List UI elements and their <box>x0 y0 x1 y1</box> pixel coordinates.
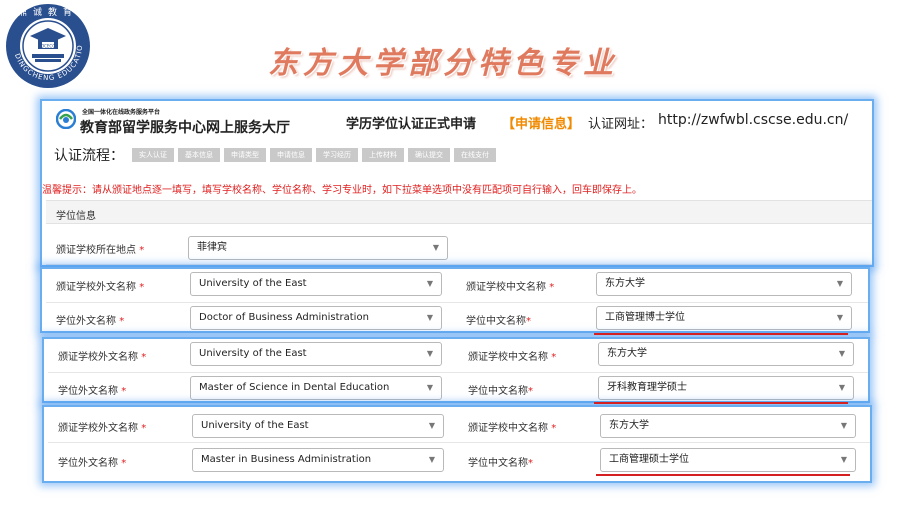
logo-badge-text: DCECC <box>41 44 55 49</box>
degree-foreign-select[interactable]: Master of Science in Dental Education ▼ <box>190 376 442 400</box>
warm-tip: 温馨提示：请从颁证地点逐一填写，填写学校名称、学位名称、学习专业时，如下拉菜单选… <box>42 185 642 196</box>
degree-foreign-value: Master of Science in Dental Education <box>199 382 390 393</box>
school-foreign-value: University of the East <box>201 420 309 431</box>
step-basic-info[interactable]: 基本信息 <box>178 148 220 162</box>
degree-chinese-value: 工商管理博士学位 <box>605 312 685 323</box>
portal-main-title: 教育部留学服务中心网上服务大厅 <box>80 120 290 136</box>
school-foreign-label: 颁证学校外文名称 * <box>58 423 147 434</box>
degree-foreign-value: Doctor of Business Administration <box>199 312 369 323</box>
degree-chinese-select[interactable]: 工商管理博士学位 ▼ <box>596 306 852 330</box>
location-value: 菲律宾 <box>197 242 227 253</box>
degree-foreign-label: 学位外文名称 * <box>58 386 127 397</box>
step-upload-materials[interactable]: 上传材料 <box>362 148 404 162</box>
school-row-3: 颁证学校外文名称 * University of the East ▼ 颁证学校… <box>48 409 870 443</box>
highlight-underline <box>594 402 848 404</box>
location-label: 颁证学校所在地点 * <box>56 245 145 256</box>
degree-chinese-value: 工商管理硕士学位 <box>609 454 689 465</box>
step-application-type[interactable]: 申请类型 <box>224 148 266 162</box>
gov-platform-icon <box>56 109 76 129</box>
chevron-down-icon: ▼ <box>426 383 433 392</box>
school-chinese-label: 颁证学校中文名称 * <box>468 352 557 363</box>
portal-small-title: 全国一体化在线政务服务平台 <box>82 109 161 116</box>
degree-chinese-label: 学位中文名称* <box>466 316 531 327</box>
flow-steps: 实人认证 基本信息 申请类型 申请信息 学习经历 上传材料 确认提交 在线支付 <box>132 148 496 162</box>
degree-chinese-select[interactable]: 牙科教育理学硕士 ▼ <box>598 376 854 400</box>
entry-panel-3: 颁证学校外文名称 * University of the East ▼ 颁证学校… <box>42 405 872 483</box>
chevron-down-icon: ▼ <box>838 349 845 358</box>
chevron-down-icon: ▼ <box>428 421 435 430</box>
chevron-down-icon: ▼ <box>426 349 433 358</box>
step-real-person-auth[interactable]: 实人认证 <box>132 148 174 162</box>
highlight-underline <box>596 474 850 476</box>
school-foreign-label: 颁证学校外文名称 * <box>58 352 147 363</box>
school-chinese-select[interactable]: 东方大学 ▼ <box>596 272 852 296</box>
degree-foreign-select[interactable]: Doctor of Business Administration ▼ <box>190 306 442 330</box>
degree-chinese-value: 牙科教育理学硕士 <box>607 382 687 393</box>
school-chinese-value: 东方大学 <box>605 278 645 289</box>
entry-panel-2: 颁证学校外文名称 * University of the East ▼ 颁证学校… <box>42 337 870 403</box>
degree-chinese-label: 学位中文名称* <box>468 458 533 469</box>
chevron-down-icon: ▼ <box>836 313 843 322</box>
degree-info-section-header: 学位信息 <box>46 200 872 224</box>
portal-header: 全国一体化在线政务服务平台 教育部留学服务中心网上服务大厅 学历学位认证正式申请… <box>50 105 866 136</box>
highlight-underline <box>594 333 848 335</box>
dingcheng-education-logo: DCECC 鼎诚教育 DINGCHENG EDUCATION <box>4 2 90 88</box>
step-confirm-submit[interactable]: 确认提交 <box>408 148 450 162</box>
degree-chinese-label: 学位中文名称* <box>468 386 533 397</box>
chevron-down-icon: ▼ <box>426 313 433 322</box>
degree-foreign-value: Master in Business Administration <box>201 454 372 465</box>
logo-name-text: 鼎诚教育 <box>18 6 78 18</box>
chevron-down-icon: ▼ <box>426 279 433 288</box>
step-online-payment[interactable]: 在线支付 <box>454 148 496 162</box>
school-foreign-value: University of the East <box>199 278 307 289</box>
chevron-down-icon: ▼ <box>840 455 847 464</box>
chevron-down-icon: ▼ <box>428 455 435 464</box>
url-label: 认证网址： <box>588 117 654 132</box>
slide-title: 东方大学部分特色专业 <box>268 46 618 81</box>
cert-application-title: 学历学位认证正式申请 <box>346 117 477 132</box>
step-application-info[interactable]: 申请信息 <box>270 148 312 162</box>
school-row-2: 颁证学校外文名称 * University of the East ▼ 颁证学校… <box>48 339 868 373</box>
entry-panel-1: 颁证学校外文名称 * University of the East ▼ 颁证学校… <box>40 267 870 333</box>
chevron-down-icon: ▼ <box>432 243 439 252</box>
chevron-down-icon: ▼ <box>838 383 845 392</box>
location-select[interactable]: 菲律宾 ▼ <box>188 236 448 260</box>
degree-foreign-select[interactable]: Master in Business Administration ▼ <box>192 448 444 472</box>
school-row-1: 颁证学校外文名称 * University of the East ▼ 颁证学校… <box>46 269 868 303</box>
degree-row-1: 学位外文名称 * Doctor of Business Administrati… <box>46 303 868 337</box>
cert-url-link[interactable]: http://zwfwbl.cscse.edu.cn/ <box>658 112 848 128</box>
school-foreign-select[interactable]: University of the East ▼ <box>192 414 444 438</box>
school-chinese-value: 东方大学 <box>609 420 649 431</box>
school-foreign-select[interactable]: University of the East ▼ <box>190 342 442 366</box>
school-chinese-label: 颁证学校中文名称 * <box>466 282 555 293</box>
slide: DCECC 鼎诚教育 DINGCHENG EDUCATION 东方大学部分特色专… <box>0 0 900 506</box>
school-foreign-select[interactable]: University of the East ▼ <box>190 272 442 296</box>
application-form-panel: 全国一体化在线政务服务平台 教育部留学服务中心网上服务大厅 学历学位认证正式申请… <box>40 99 874 267</box>
location-row: 颁证学校所在地点 * 菲律宾 ▼ <box>46 231 872 265</box>
school-foreign-label: 颁证学校外文名称 * <box>56 282 145 293</box>
school-foreign-value: University of the East <box>199 348 307 359</box>
section-title: 学位信息 <box>56 211 96 222</box>
school-chinese-select[interactable]: 东方大学 ▼ <box>598 342 854 366</box>
step-study-history[interactable]: 学习经历 <box>316 148 358 162</box>
chevron-down-icon: ▼ <box>840 421 847 430</box>
chevron-down-icon: ▼ <box>836 279 843 288</box>
school-chinese-value: 东方大学 <box>607 348 647 359</box>
degree-foreign-label: 学位外文名称 * <box>58 458 127 469</box>
degree-chinese-select[interactable]: 工商管理硕士学位 ▼ <box>600 448 856 472</box>
degree-foreign-label: 学位外文名称 * <box>56 316 125 327</box>
application-info-label: 【申请信息】 <box>502 117 581 132</box>
flow-label: 认证流程： <box>54 148 124 164</box>
school-chinese-label: 颁证学校中文名称 * <box>468 423 557 434</box>
school-chinese-select[interactable]: 东方大学 ▼ <box>600 414 856 438</box>
